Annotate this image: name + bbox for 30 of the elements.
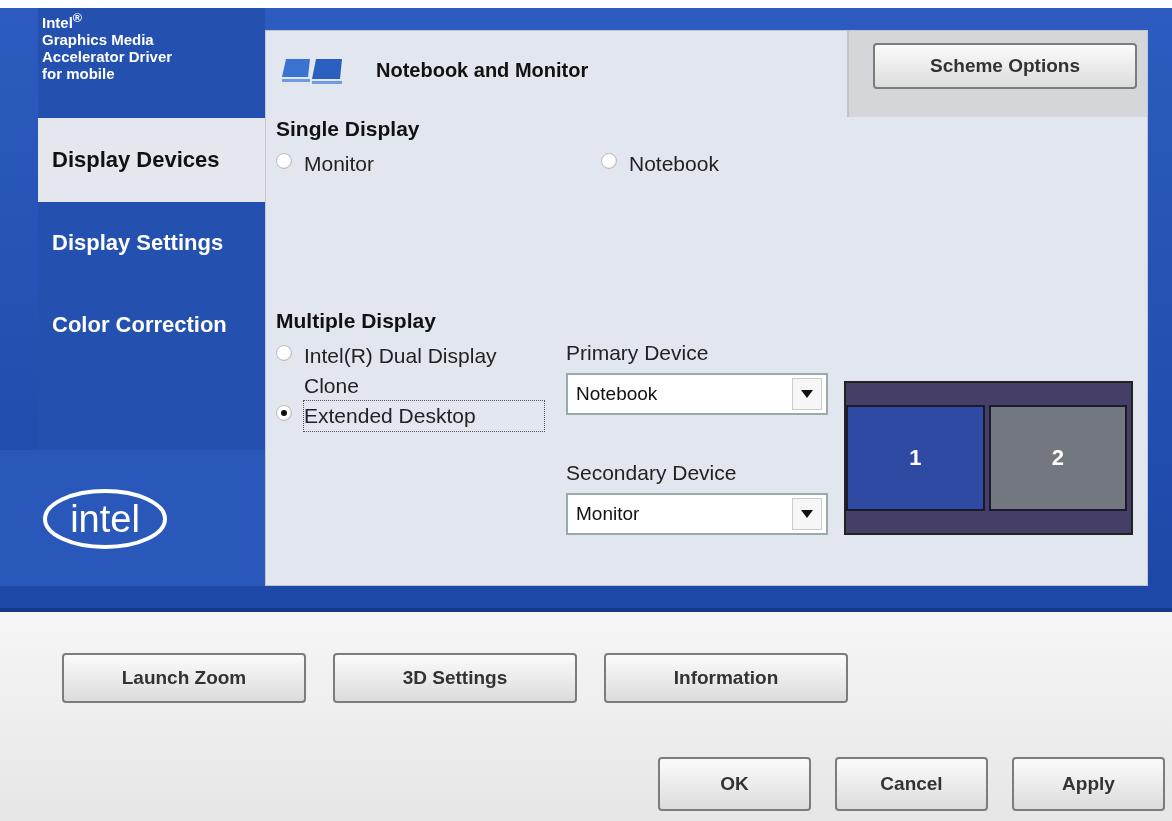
dialog-button[interactable]: OK (658, 757, 811, 811)
sidebar-item[interactable]: Display Devices (38, 118, 265, 202)
product-title: Intel$^{®}$ Graphics Media Accelerator Driver for mobile (41, 10, 174, 84)
sidebar-item[interactable]: Display Settings (38, 202, 265, 284)
radio-button[interactable] (276, 345, 292, 361)
radio-label: Notebook (629, 151, 720, 177)
section-heading: Single Display (276, 117, 421, 141)
field-label: Primary Device (566, 341, 710, 365)
radio-button[interactable] (276, 405, 292, 421)
field-label: Secondary Device (566, 461, 738, 485)
display-tile[interactable]: 2 (988, 405, 1127, 511)
scheme-options-button[interactable]: Scheme Options (873, 43, 1137, 89)
action-button[interactable]: 3D Settings (333, 653, 577, 703)
sidebar-item[interactable]: Color Correction (38, 284, 265, 366)
caret-icon (801, 390, 813, 398)
action-button[interactable]: Information (604, 653, 848, 703)
panel-title: Notebook and Monitor (376, 58, 589, 82)
radio-button[interactable] (276, 153, 292, 169)
radio-label: Intel(R) Dual Display Clone (304, 343, 498, 399)
action-button[interactable]: Launch Zoom (62, 653, 306, 703)
display-tile[interactable]: 1 (846, 405, 985, 511)
radio-label: Extended Desktop (304, 401, 544, 431)
dialog-button[interactable]: Apply (1012, 757, 1165, 811)
caret-icon (801, 510, 813, 518)
radio-button[interactable] (601, 153, 617, 169)
dialog-button[interactable]: Cancel (835, 757, 988, 811)
section-heading: Multiple Display (276, 309, 437, 333)
radio-label: Monitor (304, 151, 376, 177)
primary-device-dropdown[interactable]: Notebook (566, 373, 828, 415)
secondary-device-dropdown[interactable]: Monitor (566, 493, 828, 535)
